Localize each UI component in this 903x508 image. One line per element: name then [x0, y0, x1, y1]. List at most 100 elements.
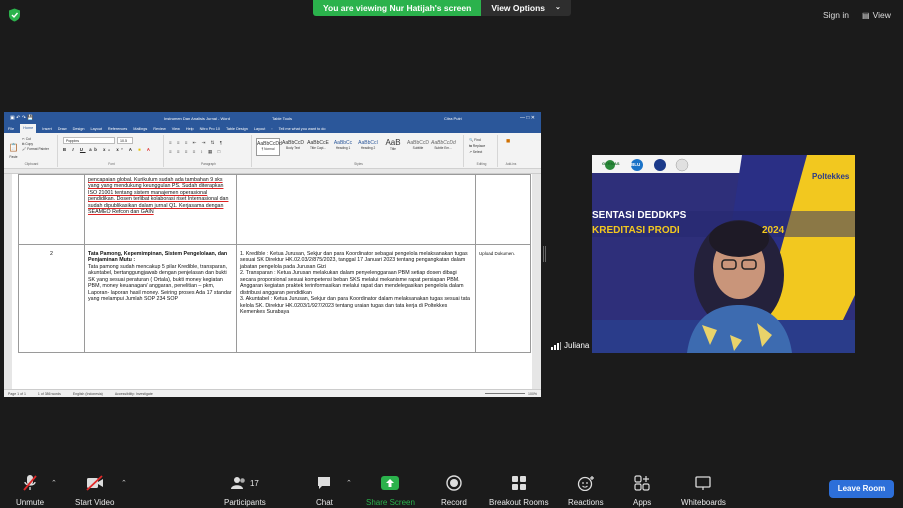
format-painter-button[interactable]: 🖌 Format Painter — [22, 147, 49, 152]
start-video-label: Start Video — [75, 498, 115, 507]
tab-review[interactable]: Review — [153, 127, 165, 131]
participant-name-tag: Juliana — [551, 341, 589, 350]
split-view-handle[interactable] — [543, 246, 546, 262]
security-shield-icon[interactable] — [8, 8, 21, 22]
table-cell[interactable]: 1. Kredible : Ketua Jurusan, Sekjur dan … — [236, 244, 476, 353]
table-cell[interactable]: Tata Pamong, Kepemimpinan, Sistem Pengel… — [84, 244, 237, 353]
signal-strength-icon — [551, 341, 561, 350]
virtual-background — [592, 155, 855, 353]
paste-button[interactable]: 📋 Paste — [8, 137, 19, 159]
evaluation-table: pencapaian global. Kurikulum sudah ada t… — [18, 174, 531, 353]
participants-button[interactable]: 17 Participants — [224, 474, 266, 507]
zoom-slider[interactable]: 100% — [485, 392, 541, 396]
status-words: 1 of 386 words — [37, 391, 61, 396]
view-options-label: View Options — [491, 3, 545, 13]
record-button[interactable]: Record — [441, 474, 467, 507]
reactions-label: Reactions — [568, 498, 604, 507]
font-group-label: Font — [108, 162, 115, 166]
document-page[interactable]: pencapaian global. Kurikulum sudah ada t… — [12, 174, 532, 389]
tab-home[interactable]: Home — [20, 124, 37, 133]
tab-references[interactable]: References — [108, 127, 127, 131]
table-cell[interactable] — [475, 174, 531, 245]
start-video-button[interactable]: Start Video — [75, 474, 114, 507]
style-body-text[interactable]: AaBbCcD Body Text — [281, 138, 305, 156]
table-cell[interactable] — [18, 174, 85, 245]
table-row: 2 Tata Pamong, Kepemimpinan, Sistem Peng… — [18, 244, 531, 353]
record-icon — [446, 474, 462, 492]
tab-nitro[interactable]: Nitro Pro 10 — [200, 127, 220, 131]
tab-insert[interactable]: Insert — [42, 127, 52, 131]
whiteboards-button[interactable]: Whiteboards — [681, 474, 726, 507]
video-options-chevron-icon[interactable]: ⌃ — [121, 479, 127, 487]
participants-label: Participants — [224, 498, 266, 507]
tab-help[interactable]: Help — [186, 127, 194, 131]
apps-icon — [634, 474, 650, 492]
tell-me-search[interactable]: Tell me what you want to do — [279, 127, 326, 131]
breakout-rooms-icon — [511, 474, 527, 492]
view-menu-button[interactable]: ▤ View — [862, 10, 891, 20]
table-cell[interactable]: 2 — [18, 244, 85, 353]
zoom-window: You are viewing Nur Hatijah's screen Vie… — [0, 0, 903, 508]
word-user-name: Citra Putri — [444, 115, 462, 121]
tab-table-layout[interactable]: Layout — [254, 127, 265, 131]
tab-file[interactable]: File — [8, 127, 14, 131]
table-tools-label: Table Tools — [272, 115, 292, 121]
style-normal[interactable]: AaBbCcDd ¶ Normal — [256, 138, 282, 156]
tab-table-design[interactable]: Table Design — [226, 127, 248, 131]
styles-group: AaBbCcDd ¶ Normal AaBbCcD Body Text AaBbCc… — [254, 135, 464, 167]
banner-title-line1: SENTASI DEDDKPS — [592, 210, 687, 221]
document-area: pencapaian global. Kurikulum sudah ada t… — [4, 174, 541, 389]
participant-name: Juliana — [564, 341, 590, 350]
sign-in-link[interactable]: Sign in — [823, 10, 849, 20]
addins-group-label: Add-ins — [505, 162, 517, 166]
row1-text: pencapaian global. Kurikulum sudah ada t… — [88, 177, 229, 216]
style-subtitle[interactable]: AaBbCcD Subtitle — [406, 138, 430, 156]
style-subtle-emphasis[interactable]: AaBbCcDd Subtle Em... — [431, 138, 456, 156]
word-quick-access-icons: ▣ ↶ ↷ 💾 — [10, 115, 34, 121]
share-screen-button[interactable]: Share Screen — [366, 474, 415, 507]
unmute-button[interactable]: Unmute — [16, 474, 44, 507]
share-screen-icon — [381, 474, 400, 492]
style-title-caps[interactable]: AaBbCcE Title Capi... — [306, 138, 330, 156]
banner-title-line2: KREDITASI PRODI — [592, 225, 680, 236]
reactions-button[interactable]: Reactions — [568, 474, 604, 507]
select-button[interactable]: ↗ Select — [469, 149, 485, 155]
view-layout-icon: ▤ — [862, 10, 870, 20]
ribbon-home: 📋 Paste ✂ Cut ⧉ Copy 🖌 Format Painter Cl… — [4, 133, 541, 169]
banner-year: 2024 — [762, 225, 785, 236]
view-options-button[interactable]: View Options ⌄ — [481, 0, 571, 16]
styles-group-label: Styles — [354, 162, 363, 166]
tab-design[interactable]: Design — [73, 127, 85, 131]
apps-label: Apps — [633, 498, 652, 507]
leave-room-button[interactable]: Leave Room — [829, 480, 894, 498]
participant-video[interactable]: GERMAS BLU Poltekkes SENTASI DEDDKPS KRE… — [592, 155, 855, 353]
unmute-label: Unmute — [16, 498, 45, 507]
window-controls-icon[interactable]: — □ ✕ — [520, 115, 535, 121]
record-label: Record — [441, 498, 467, 507]
tab-mailings[interactable]: Mailings — [133, 127, 147, 131]
table-cell[interactable] — [236, 174, 476, 245]
style-title[interactable]: AaB Title — [381, 138, 405, 156]
tab-view[interactable]: View — [172, 127, 180, 131]
table-cell[interactable]: Upload Dokumen. — [475, 244, 531, 353]
font-format-buttons[interactable]: B I U ab x₂ x² A ■ A — [63, 147, 152, 152]
font-size-select[interactable]: 10.5 — [117, 137, 133, 144]
chat-options-chevron-icon[interactable]: ⌃ — [346, 479, 352, 487]
row2-evidence: 1. Kredible : Ketua Jurusan, Sekjur dan … — [240, 251, 470, 316]
font-name-select[interactable]: Poppins — [63, 137, 115, 144]
tab-draw[interactable]: Draw — [58, 127, 67, 131]
audio-options-chevron-icon[interactable]: ⌃ — [51, 479, 57, 487]
banner-logo-germas: GERMAS — [602, 161, 620, 166]
apps-button[interactable]: Apps — [633, 474, 651, 507]
style-heading-1[interactable]: AaBbCc Heading 1 — [331, 138, 355, 156]
chat-button[interactable]: Chat — [316, 474, 333, 507]
table-cell[interactable]: pencapaian global. Kurikulum sudah ada t… — [84, 174, 237, 245]
status-accessibility[interactable]: Accessibility: Investigate — [115, 392, 153, 396]
breakout-rooms-button[interactable]: Breakout Rooms — [489, 474, 549, 507]
shared-word-window[interactable]: ▣ ↶ ↷ 💾 Instrumen Dan Analisis Jurnal - … — [4, 112, 541, 397]
tab-layout[interactable]: Layout — [90, 127, 101, 131]
paragraph-buttons[interactable]: ≡ ≡ ≡ ⇤ ⇥ ⇅ ¶ ≡ ≡ ≡ ≡ ↕ ▦ □ — [169, 138, 224, 156]
style-heading-2[interactable]: AaBbCcI Heading 2 — [356, 138, 380, 156]
paste-label: Paste — [9, 155, 18, 159]
addins-icon[interactable]: ■ — [506, 138, 510, 145]
